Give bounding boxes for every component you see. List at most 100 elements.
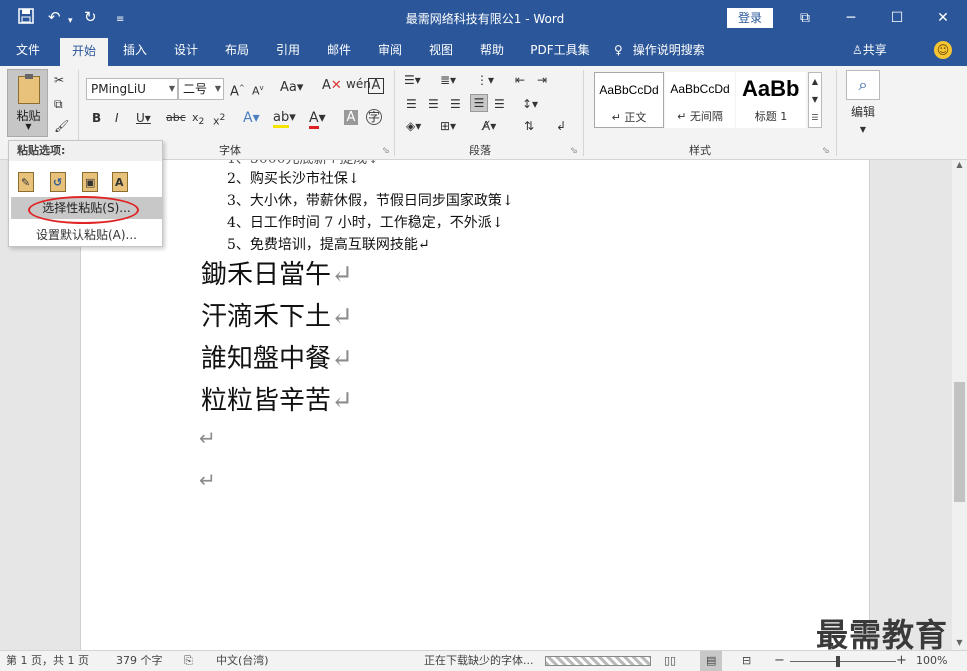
align-center-icon[interactable]: ☰ (428, 96, 439, 112)
strikethrough-icon[interactable]: abc (166, 110, 186, 126)
maximize-icon[interactable]: ☐ (874, 0, 920, 36)
print-layout-icon[interactable]: ▤ (700, 651, 723, 671)
feedback-smiley-icon[interactable]: ☺ (934, 41, 952, 59)
style-no-spacing[interactable]: AaBbCcDd ↵ 无间隔 (665, 72, 735, 128)
increase-indent-icon[interactable]: ⇥ (537, 72, 547, 88)
superscript-icon[interactable]: x2 (213, 110, 225, 130)
subscript-icon[interactable]: x2 (192, 110, 204, 130)
font-dialog-launcher-icon[interactable]: ⬂ (382, 146, 390, 156)
style-sample: AaBb (742, 76, 800, 101)
tell-me-search[interactable]: ♀ 操作说明搜索 (614, 36, 705, 66)
tab-references[interactable]: 引用 (265, 36, 311, 66)
styles-dialog-launcher-icon[interactable]: ⬂ (822, 146, 830, 156)
tab-home[interactable]: 开始 (60, 38, 108, 66)
chevron-down-icon: ▼ (214, 84, 221, 93)
redo-icon[interactable]: ↻ (84, 8, 97, 26)
clear-formatting-icon[interactable]: A✕ (322, 78, 342, 94)
document-page[interactable]: 1、5000元底薪+提成↓ 2、购买长沙市社保↓ 3、大小休，带薪休假，节假日同… (80, 160, 870, 650)
zoom-slider[interactable] (790, 661, 896, 662)
character-shading-icon[interactable]: A (344, 110, 358, 125)
font-name-select[interactable]: PMingLiU ▼ (86, 78, 178, 100)
tab-design[interactable]: 设计 (163, 36, 209, 66)
paragraph-dialog-launcher-icon[interactable]: ⬂ (570, 146, 578, 156)
underline-icon[interactable]: U▾ (136, 110, 151, 126)
zoom-level[interactable]: 100% (916, 651, 947, 671)
word-count[interactable]: 379 个字 (116, 651, 163, 671)
character-border-icon[interactable]: A (368, 78, 384, 94)
style-normal[interactable]: AaBbCcDd ↵ 正文 (594, 72, 664, 128)
asian-layout-icon[interactable]: A̸▾ (482, 118, 496, 134)
editing-button[interactable]: 编辑 ▼ (846, 104, 880, 138)
share-button[interactable]: ♙共享 (852, 36, 887, 66)
format-painter-icon[interactable]: 🖌 (54, 118, 69, 134)
vertical-scrollbar[interactable]: ▲ ▼ (952, 160, 967, 650)
tab-insert[interactable]: 插入 (112, 36, 158, 66)
align-left-icon[interactable]: ☰ (406, 96, 417, 112)
align-right-icon[interactable]: ☰ (450, 96, 461, 112)
bold-icon[interactable]: B (92, 110, 101, 126)
zoom-in-button[interactable]: + (896, 651, 907, 671)
paste-button[interactable]: 粘贴 ▼ (7, 69, 48, 137)
font-name-value: PMingLiU (91, 82, 146, 96)
enclose-characters-icon[interactable]: 字 (366, 109, 382, 125)
tab-layout[interactable]: 布局 (214, 36, 260, 66)
zoom-out-button[interactable]: − (774, 651, 785, 671)
styles-gallery-scroll[interactable]: ▲ ▼ ☰ (808, 72, 822, 128)
font-size-select[interactable]: 二号 ▼ (178, 78, 224, 100)
merge-formatting-icon[interactable]: ↺ (47, 169, 69, 193)
numbering-icon[interactable]: ≣▾ (440, 72, 456, 88)
paragraph-mark: ↵ (331, 302, 353, 332)
read-mode-icon[interactable]: ▯▯ (664, 651, 676, 671)
save-icon[interactable] (18, 8, 34, 28)
set-default-paste-menu-item[interactable]: 设置默认粘贴(A)... (11, 225, 162, 245)
keep-source-formatting-icon[interactable]: ✎ (15, 169, 37, 193)
tab-mailings[interactable]: 邮件 (316, 36, 362, 66)
tab-file[interactable]: 文件 (4, 36, 52, 66)
picture-paste-icon[interactable]: ▣ (79, 169, 101, 193)
borders-icon[interactable]: ⊞▾ (440, 118, 456, 134)
zoom-slider-thumb[interactable] (836, 656, 840, 667)
sort-icon[interactable]: ⇅ (524, 118, 534, 134)
line-spacing-icon[interactable]: ↕▾ (522, 96, 538, 112)
copy-icon[interactable]: ⧉ (54, 96, 63, 112)
italic-icon[interactable]: I (115, 110, 119, 126)
highlight-color-icon[interactable]: ab▾ (273, 110, 296, 128)
grow-font-icon[interactable]: A^ (230, 80, 245, 100)
shading-icon[interactable]: ◈▾ (406, 118, 421, 134)
keep-text-only-icon[interactable]: A (109, 169, 131, 193)
decrease-indent-icon[interactable]: ⇤ (515, 72, 525, 88)
web-layout-icon[interactable]: ⊟ (742, 651, 751, 671)
customize-quick-access-icon[interactable]: ≡ (116, 11, 124, 29)
distributed-icon[interactable]: ☰ (494, 96, 505, 112)
font-color-icon[interactable]: A▾ (309, 110, 326, 129)
divider (394, 70, 395, 156)
tab-review[interactable]: 审阅 (367, 36, 413, 66)
bullets-icon[interactable]: ☰▾ (404, 72, 421, 88)
shrink-font-icon[interactable]: Av (252, 80, 264, 100)
status-bar: 第 1 页，共 1 页 379 个字 ⎘ 中文(台湾) 正在下载缺少的字体...… (0, 650, 967, 671)
tab-pdf-tools[interactable]: PDF工具集 (522, 36, 598, 66)
tab-view[interactable]: 视图 (418, 36, 464, 66)
close-icon[interactable]: ✕ (920, 0, 966, 36)
change-case-icon[interactable]: Aa▾ (280, 80, 303, 96)
scrollbar-thumb[interactable] (954, 382, 965, 502)
search-icon[interactable]: ⌕ (846, 70, 880, 100)
undo-dropdown-icon[interactable]: ▾ (68, 12, 73, 30)
style-heading-1[interactable]: AaBb 标题 1 (736, 72, 806, 128)
minimize-icon[interactable]: ─ (828, 0, 874, 36)
language-indicator[interactable]: 中文(台湾) (216, 651, 269, 671)
tab-help[interactable]: 帮助 (469, 36, 515, 66)
undo-icon[interactable]: ↶ (48, 8, 61, 26)
proofing-icon[interactable]: ⎘ (184, 651, 193, 671)
scroll-up-icon[interactable]: ▲ (952, 160, 967, 169)
page-count[interactable]: 第 1 页，共 1 页 (6, 651, 89, 671)
ribbon-tabs: 文件 开始 插入 设计 布局 引用 邮件 审阅 视图 帮助 PDF工具集 ♀ 操作… (0, 36, 967, 66)
login-button[interactable]: 登录 (727, 8, 773, 28)
text-effects-icon[interactable]: A▾ (243, 110, 260, 126)
ribbon-display-options-icon[interactable]: ⧉ (782, 0, 828, 36)
justify-icon[interactable]: ☰ (470, 94, 488, 112)
cut-icon[interactable]: ✂ (54, 72, 64, 88)
show-formatting-marks-icon[interactable]: ↲ (556, 118, 566, 134)
multilevel-list-icon[interactable]: ⋮▾ (476, 72, 494, 88)
scroll-down-icon[interactable]: ▼ (952, 638, 967, 647)
